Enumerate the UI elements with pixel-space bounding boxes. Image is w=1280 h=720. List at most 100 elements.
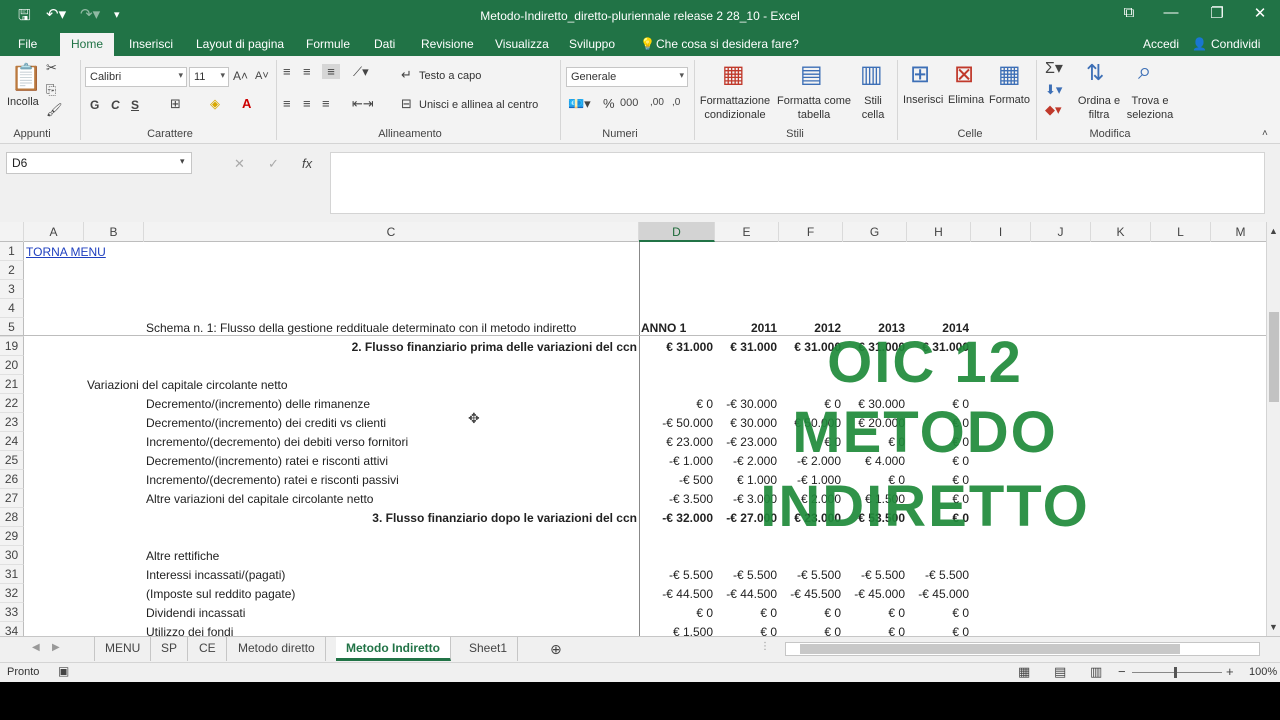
cell-value[interactable]: -€ 45.000 <box>907 584 969 603</box>
font-size-select[interactable]: 11 <box>189 67 229 87</box>
cell-text[interactable]: Utilizzo dei fondi <box>146 622 636 636</box>
minimize-icon[interactable]: — <box>1156 4 1186 21</box>
row-header[interactable]: 23 <box>0 413 24 432</box>
format-painter-icon[interactable]: 🖌 <box>46 102 63 118</box>
column-header[interactable]: C <box>144 222 639 242</box>
share-icon[interactable]: 👤 <box>1192 37 1207 51</box>
cell-value[interactable]: -€ 44.500 <box>715 584 777 603</box>
column-header[interactable]: F <box>779 222 843 242</box>
page-break-view-icon[interactable]: ▥ <box>1090 664 1102 680</box>
cell-value[interactable]: € 0 <box>907 603 969 622</box>
clear-icon[interactable]: ◆▾ <box>1045 102 1062 118</box>
format-table-icon[interactable]: ▤ <box>800 60 823 89</box>
find-icon[interactable]: ⌕ <box>1138 58 1151 86</box>
tab-data[interactable]: Dati <box>374 37 395 51</box>
select-all-corner[interactable] <box>0 222 24 242</box>
row-header[interactable]: 3 <box>0 280 24 299</box>
paste-button[interactable]: Incolla <box>7 96 39 108</box>
delete-cells-icon[interactable]: ⊠ <box>954 60 974 89</box>
column-header[interactable]: J <box>1031 222 1091 242</box>
tab-home[interactable]: Home <box>60 33 115 57</box>
row-header[interactable]: 29 <box>0 527 24 546</box>
zoom-level[interactable]: 100% <box>1249 666 1277 678</box>
cell-value[interactable]: € 0 <box>779 603 841 622</box>
shrink-font-icon[interactable]: A˅ <box>255 70 269 82</box>
share-button[interactable]: Condividi <box>1211 37 1260 51</box>
underline-button[interactable]: S <box>131 98 139 112</box>
grow-font-icon[interactable]: A˄ <box>233 69 248 83</box>
cell-text[interactable]: Dividendi incassati <box>146 603 636 622</box>
row-header[interactable]: 4 <box>0 299 24 318</box>
zoom-in-icon[interactable]: + <box>1226 664 1234 679</box>
row-header[interactable]: 20 <box>0 356 24 375</box>
chevron-down-icon[interactable]: ▾ <box>180 156 185 167</box>
cell-text[interactable]: Altre rettifiche <box>146 546 636 565</box>
autosum-icon[interactable]: Σ▾ <box>1045 58 1063 78</box>
column-header[interactable]: I <box>971 222 1031 242</box>
sheet-tab[interactable]: MENU <box>94 637 152 661</box>
cell-value[interactable]: -€ 45.500 <box>779 584 841 603</box>
sheet-tab[interactable]: SP <box>151 637 189 661</box>
page-layout-view-icon[interactable]: ▤ <box>1054 664 1066 680</box>
tab-formulas[interactable]: Formule <box>306 37 350 51</box>
cell-value[interactable]: € 0 <box>907 622 969 636</box>
cell-value[interactable]: € 0 <box>715 603 777 622</box>
bold-button[interactable]: G <box>90 98 99 112</box>
insert-cells-button[interactable]: Inserisci <box>903 94 943 106</box>
row-header[interactable]: 24 <box>0 432 24 451</box>
borders-icon[interactable]: ⊞ <box>170 96 181 112</box>
sheet-tab[interactable]: Sheet1 <box>459 637 519 661</box>
cell-value[interactable]: -€ 500 <box>639 470 713 489</box>
sheet-tab-active[interactable]: Metodo Indiretto <box>336 637 451 661</box>
tell-me-search[interactable]: Che cosa si desidera fare? <box>656 37 799 51</box>
row-header[interactable]: 21 <box>0 375 24 394</box>
align-center-icon[interactable]: ≡ <box>303 96 311 111</box>
ribbon-display-icon[interactable]: ⧉ <box>1114 4 1144 21</box>
row-header[interactable]: 34 <box>0 622 24 636</box>
tab-developer[interactable]: Sviluppo <box>569 37 615 51</box>
cell-value[interactable]: € 0 <box>639 603 713 622</box>
align-right-icon[interactable]: ≡ <box>322 96 330 111</box>
currency-icon[interactable]: 💶▾ <box>568 96 591 112</box>
column-header[interactable]: G <box>843 222 907 242</box>
cell-value[interactable]: € 23.000 <box>639 432 713 451</box>
cell-value[interactable]: -€ 5.500 <box>779 565 841 584</box>
thousands-icon[interactable]: 000 <box>620 97 638 109</box>
align-bottom-icon[interactable]: ≡ <box>322 64 340 79</box>
macro-record-icon[interactable]: ▣ <box>58 664 69 678</box>
sheet-tab[interactable]: Metodo diretto <box>228 637 326 661</box>
cell-value[interactable]: -€ 3.500 <box>639 489 713 508</box>
cell-value[interactable]: -€ 1.000 <box>639 451 713 470</box>
cell-value[interactable]: -€ 32.000 <box>639 508 713 527</box>
zoom-out-icon[interactable]: − <box>1118 664 1126 679</box>
align-left-icon[interactable]: ≡ <box>283 96 291 111</box>
cell-value[interactable]: € 0 <box>843 603 905 622</box>
cell-value[interactable]: -€ 5.500 <box>715 565 777 584</box>
find-select-button[interactable]: Trova e seleziona <box>1122 94 1178 122</box>
cell-hyperlink[interactable]: TORNA MENU <box>26 242 226 261</box>
paste-icon[interactable]: 📋 <box>10 62 42 93</box>
cell-text[interactable]: Altre variazioni del capitale circolante… <box>146 489 636 508</box>
name-box[interactable]: D6 <box>6 152 192 174</box>
normal-view-icon[interactable]: ▦ <box>1018 664 1030 680</box>
enter-icon[interactable]: ✓ <box>268 156 279 172</box>
fill-color-icon[interactable]: ◈ <box>210 96 220 112</box>
format-cells-icon[interactable]: ▦ <box>998 60 1021 89</box>
number-format-select[interactable]: Generale <box>566 67 688 87</box>
sign-in-link[interactable]: Accedi <box>1143 37 1179 51</box>
insert-function-icon[interactable]: fx <box>302 156 312 171</box>
cell-text[interactable]: Interessi incassati/(pagati) <box>146 565 636 584</box>
cell-value[interactable]: € 0 <box>639 394 713 413</box>
row-header[interactable]: 2 <box>0 261 24 280</box>
merge-center-button[interactable]: Unisci e allinea al centro <box>419 99 538 111</box>
tab-file[interactable]: File <box>18 37 37 51</box>
scroll-thumb[interactable] <box>800 644 1180 654</box>
column-header[interactable]: K <box>1091 222 1151 242</box>
wrap-text-icon[interactable]: ↵ <box>401 67 412 83</box>
tab-view[interactable]: Visualizza <box>495 37 549 51</box>
cell-text[interactable]: Decremento/(incremento) dei crediti vs c… <box>146 413 636 432</box>
column-header[interactable]: B <box>84 222 144 242</box>
cell-value[interactable]: -€ 5.500 <box>907 565 969 584</box>
cut-icon[interactable]: ✂ <box>46 60 57 76</box>
collapse-ribbon-icon[interactable]: ˄ <box>1262 128 1268 139</box>
